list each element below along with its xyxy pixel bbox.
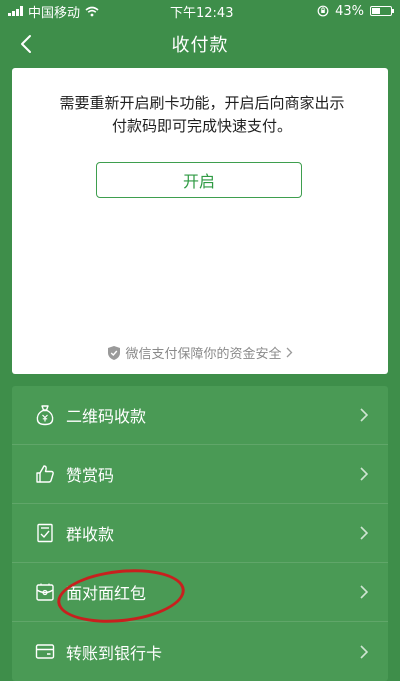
nav-bar: 收付款: [0, 24, 400, 64]
chevron-right-icon: [358, 407, 370, 423]
wifi-icon: [85, 6, 99, 16]
card-message: 需要重新开启刷卡功能，开启后向商家出示付款码即可完成快速支付。: [59, 94, 345, 135]
payment-card: 需要重新开启刷卡功能，开启后向商家出示付款码即可完成快速支付。 开启 微信支付保…: [12, 68, 388, 374]
status-bar: 中国移动 下午12:43 43%: [0, 0, 400, 22]
menu-item-transfer-to-bank-card[interactable]: 转账到银行卡: [12, 622, 388, 681]
guarantee-link[interactable]: 微信支付保障你的资金安全: [12, 343, 388, 362]
back-button[interactable]: [10, 28, 42, 60]
menu-item-appreciation-code[interactable]: 赞赏码: [12, 445, 388, 504]
chevron-left-icon: [21, 35, 31, 53]
chevron-right-icon: [358, 644, 370, 660]
menu-item-label: 面对面红包: [66, 584, 147, 603]
page-title: 收付款: [171, 35, 229, 56]
menu-item-face-to-face-red-packet[interactable]: 面对面红包: [12, 563, 388, 622]
status-time: 下午12:43: [170, 5, 234, 21]
status-left: 中国移动: [8, 2, 99, 21]
menu-item-label: 赞赏码: [66, 466, 115, 485]
menu-item-group-receipt[interactable]: 群收款: [12, 504, 388, 563]
orientation-lock-icon: [317, 5, 329, 17]
chevron-right-icon: [358, 466, 370, 482]
battery-icon: [370, 6, 394, 16]
signal-icon: [8, 6, 23, 16]
bank-card-icon: [34, 641, 56, 663]
chevron-right-icon: [286, 347, 292, 358]
battery-percent: 43%: [335, 3, 364, 19]
battery-level: [372, 8, 380, 14]
status-right: 43%: [317, 3, 394, 19]
menu-item-label: 群收款: [66, 525, 115, 544]
thumbs-up-icon: [34, 463, 56, 485]
chevron-right-icon: [358, 584, 370, 600]
shield-icon: [108, 345, 121, 360]
red-packet-icon: [34, 581, 56, 603]
chevron-right-icon: [358, 525, 370, 541]
menu-item-label: 转账到银行卡: [66, 643, 163, 663]
carrier-name: 中国移动: [28, 5, 81, 21]
guarantee-text: 微信支付保障你的资金安全: [125, 347, 282, 362]
menu-item-label: 二维码收款: [66, 407, 147, 426]
menu-item-qr-receive[interactable]: 二维码收款: [12, 386, 388, 445]
open-button[interactable]: 开启: [96, 162, 302, 198]
group-receipt-icon: [34, 522, 56, 544]
service-menu: 二维码收款 赞赏码 群收款 面对面红包 转账到银行卡: [12, 386, 388, 681]
money-bag-icon: [34, 404, 56, 426]
